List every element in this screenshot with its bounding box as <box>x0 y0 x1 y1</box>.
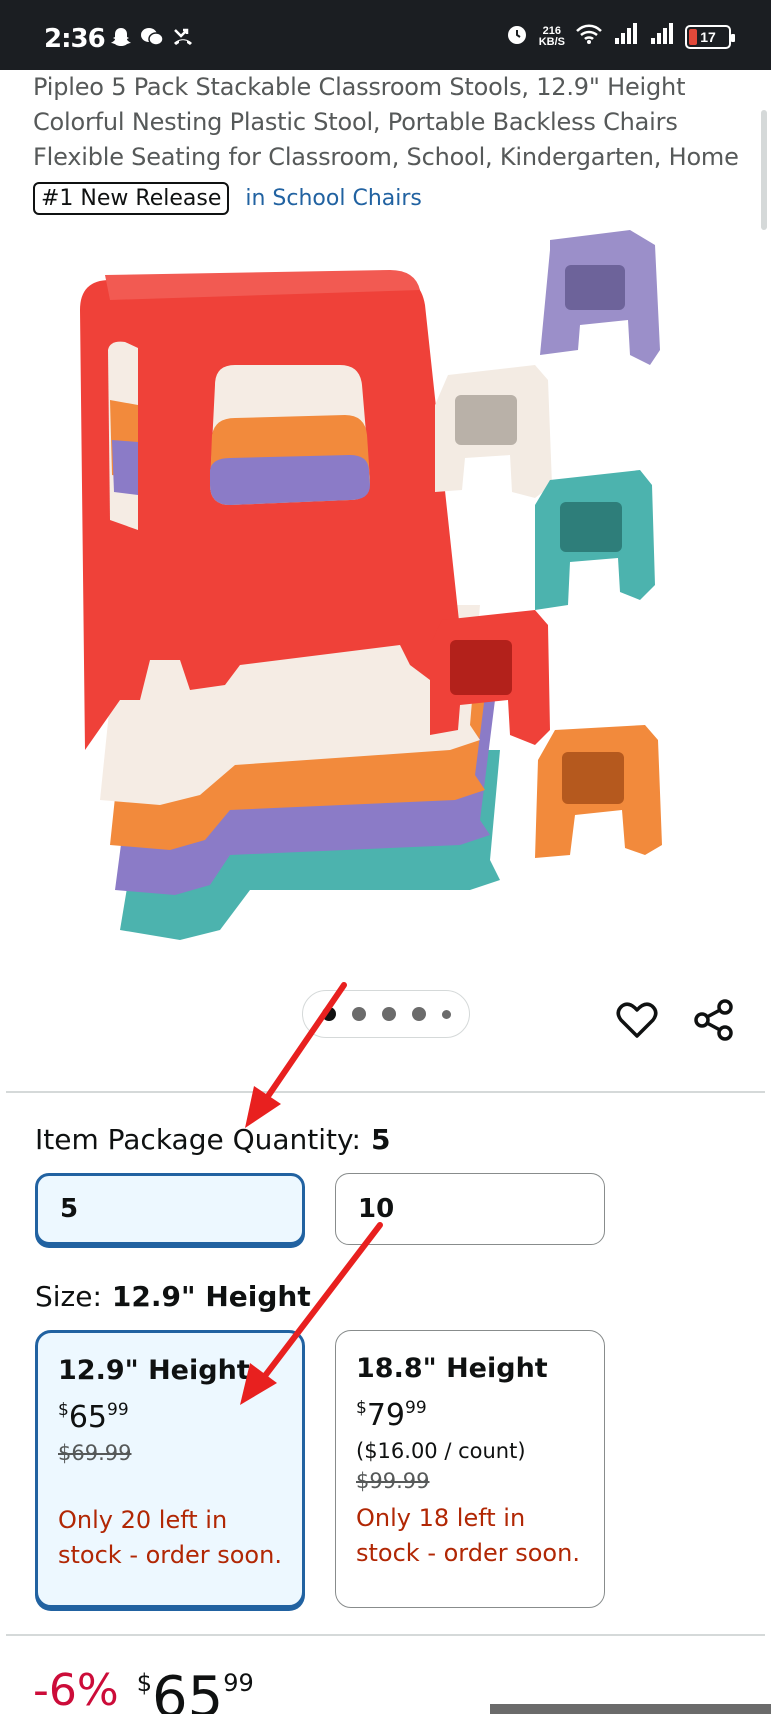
size-option-price: $6599 <box>58 1400 129 1435</box>
missed-call-icon <box>172 26 194 54</box>
cream-stool <box>435 365 552 498</box>
quantity-label: Item Package Quantity: 5 <box>35 1123 390 1156</box>
battery-icon: 17 <box>685 24 735 49</box>
scrollbar[interactable] <box>761 110 767 230</box>
system-status-icons: 216 KB/S 17 <box>505 22 735 51</box>
discount-percent: -6% <box>33 1665 119 1714</box>
navigation-bar-handle[interactable] <box>490 1704 771 1714</box>
size-option-price: $7999 <box>356 1398 427 1433</box>
carousel-dot[interactable] <box>441 1009 451 1019</box>
quantity-selected-value: 5 <box>371 1123 391 1156</box>
stacked-stools <box>80 270 500 940</box>
wechat-icon <box>140 26 164 54</box>
carousel-dot[interactable] <box>351 1007 366 1021</box>
size-option-title: 12.9" Height <box>58 1355 250 1386</box>
size-option-12-9[interactable]: 12.9" Height $6599 $69.99 Only 20 left i… <box>35 1330 305 1608</box>
section-divider <box>6 1091 765 1093</box>
heart-icon[interactable] <box>615 998 659 1042</box>
network-speed: 216 KB/S <box>538 24 565 48</box>
size-option-18-8[interactable]: 18.8" Height $7999 ($16.00 / count) $99.… <box>335 1330 605 1608</box>
carousel-dot[interactable] <box>381 1007 396 1021</box>
snapchat-icon <box>110 26 132 54</box>
size-selected-value: 12.9" Height <box>111 1280 311 1313</box>
quantity-option-5[interactable]: 5 <box>35 1173 305 1245</box>
wifi-icon <box>575 23 603 50</box>
status-bar: 2:36 216 KB/S 17 <box>0 0 771 70</box>
size-option-title: 18.8" Height <box>356 1353 548 1384</box>
size-option-list-price: $69.99 <box>58 1441 132 1465</box>
quantity-option-label: 10 <box>358 1194 395 1224</box>
teal-stool <box>535 470 655 610</box>
size-option-stock: Only 18 left in stock - order soon. <box>356 1504 580 1567</box>
orange-stool <box>535 725 662 858</box>
alarm-icon <box>505 22 529 51</box>
share-icon[interactable] <box>692 998 736 1042</box>
badge-row: #1 New Release in School Chairs <box>33 182 422 215</box>
quantity-label-text: Item Package Quantity: <box>35 1123 361 1156</box>
section-divider <box>6 1634 765 1636</box>
size-option-per-count: ($16.00 / count) <box>356 1439 526 1463</box>
carousel-dot[interactable] <box>321 1007 336 1021</box>
size-label: Size: 12.9" Height <box>35 1280 311 1313</box>
badge-category-link[interactable]: in School Chairs <box>245 186 421 211</box>
product-title[interactable]: Pipleo 5 Pack Stackable Classroom Stools… <box>33 70 743 175</box>
purple-stool <box>540 230 660 365</box>
status-time: 2:36 <box>44 24 106 54</box>
size-label-text: Size: <box>35 1280 102 1313</box>
size-option-list-price: $99.99 <box>356 1469 430 1493</box>
new-release-badge[interactable]: #1 New Release <box>33 182 230 215</box>
quantity-option-label: 5 <box>60 1194 79 1224</box>
signal-5g-icon <box>649 22 675 51</box>
quantity-option-10[interactable]: 10 <box>335 1173 605 1245</box>
signal-4g-icon <box>613 22 639 51</box>
battery-level: 17 <box>700 28 716 45</box>
image-carousel-dots[interactable] <box>302 990 470 1038</box>
product-image[interactable] <box>30 230 740 950</box>
carousel-dot[interactable] <box>411 1007 426 1021</box>
buybox-price: -6% $65 99 <box>33 1665 254 1714</box>
current-price: $65 99 <box>136 1665 254 1714</box>
size-option-stock: Only 20 left in stock - order soon. <box>58 1506 282 1569</box>
notification-icons <box>110 26 194 54</box>
